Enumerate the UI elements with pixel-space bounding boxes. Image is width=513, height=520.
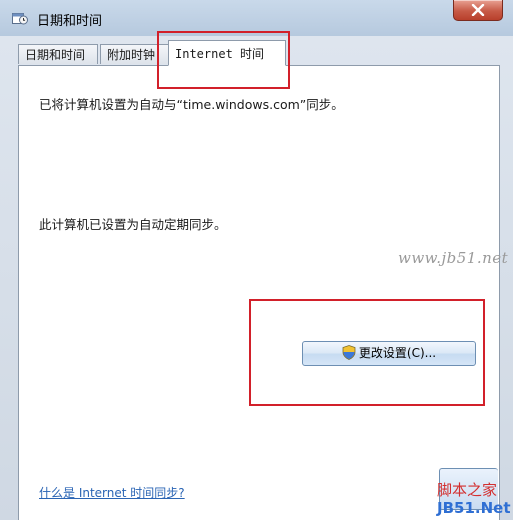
watermark-site-url: www.jb51.net <box>398 249 509 267</box>
window-title: 日期和时间 <box>37 14 103 29</box>
title-bar[interactable]: 日期和时间 <box>0 0 513 36</box>
tab-strip: 日期和时间 附加时钟 Internet 时间 <box>18 40 498 66</box>
sync-status-text: 已将计算机设置为自动与“time.windows.com”同步。 <box>39 97 344 112</box>
tab-internet-time[interactable]: Internet 时间 <box>168 40 286 66</box>
change-settings-button[interactable]: 更改设置(C)... <box>302 341 476 366</box>
help-link-internet-time-sync[interactable]: 什么是 Internet 时间同步? <box>39 484 185 501</box>
change-settings-label: 更改设置(C)... <box>358 346 437 360</box>
date-time-dialog: 日期和时间 日期和时间 附加时钟 Internet 时间 已将计算机设置为自动与… <box>0 0 513 520</box>
calendar-clock-icon <box>12 11 28 25</box>
close-icon <box>471 4 485 16</box>
watermark-site-name: 脚本之家 <box>437 481 498 499</box>
watermark-site-domain: JB51.Net <box>437 499 511 517</box>
auto-sync-text: 此计算机已设置为自动定期同步。 <box>39 217 227 232</box>
tab-date-time[interactable]: 日期和时间 <box>18 44 98 64</box>
close-button[interactable] <box>453 0 503 21</box>
internet-time-panel: 已将计算机设置为自动与“time.windows.com”同步。 此计算机已设置… <box>18 65 500 520</box>
uac-shield-icon <box>342 345 356 368</box>
